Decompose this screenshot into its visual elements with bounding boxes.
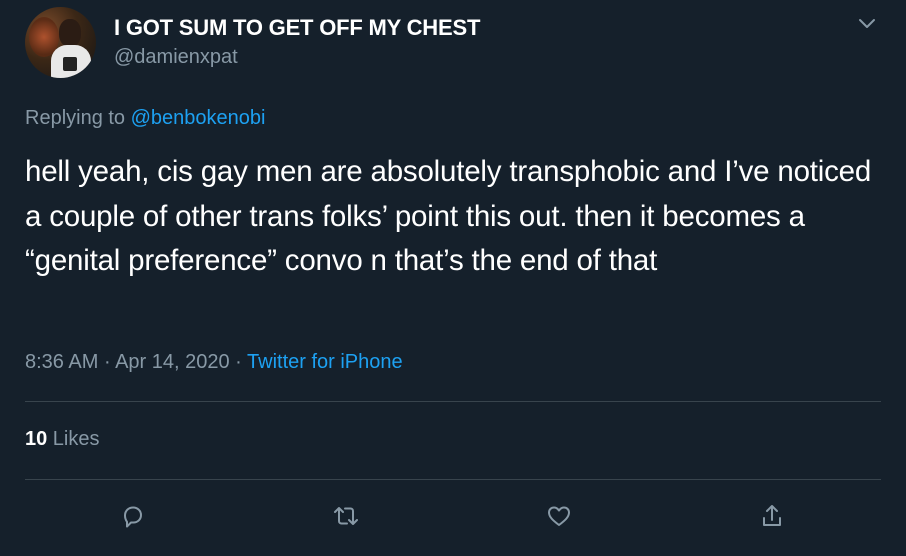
reply-icon	[124, 506, 142, 528]
avatar-face	[59, 19, 81, 47]
tweet-date[interactable]: Apr 14, 2020	[115, 351, 230, 373]
retweet-icon	[334, 507, 358, 525]
avatar-shirt-graphic	[63, 57, 77, 71]
share-button[interactable]	[754, 498, 790, 534]
replying-prefix: Replying to	[25, 107, 131, 129]
likes-stat[interactable]: 10 Likes	[25, 428, 100, 451]
share-icon	[763, 505, 781, 526]
meta-separator: ·	[98, 351, 116, 373]
reply-button[interactable]	[115, 498, 151, 534]
likes-label: Likes	[47, 428, 100, 450]
user-handle[interactable]: @damienxpat	[114, 46, 238, 69]
retweet-button[interactable]	[328, 498, 364, 534]
replying-to: Replying to @benbokenobi	[25, 107, 265, 130]
tweet-time[interactable]: 8:36 AM	[25, 351, 98, 373]
heart-icon	[548, 506, 570, 526]
tweet-meta: 8:36 AM · Apr 14, 2020 · Twitter for iPh…	[25, 351, 403, 374]
tweet-source-link[interactable]: Twitter for iPhone	[247, 351, 403, 373]
divider	[25, 401, 881, 402]
meta-separator: ·	[229, 351, 248, 373]
avatar[interactable]	[25, 7, 96, 78]
chevron-down-icon[interactable]	[852, 12, 882, 36]
reply-to-handle-link[interactable]: @benbokenobi	[131, 107, 266, 129]
tweet-text: hell yeah, cis gay men are absolutely tr…	[25, 155, 872, 277]
like-button[interactable]	[541, 498, 577, 534]
display-name[interactable]: I GOT SUM TO GET OFF MY CHEST	[114, 15, 480, 41]
divider	[25, 479, 881, 480]
tweet-card: I GOT SUM TO GET OFF MY CHEST @damienxpa…	[0, 0, 906, 556]
likes-count: 10	[25, 428, 48, 450]
